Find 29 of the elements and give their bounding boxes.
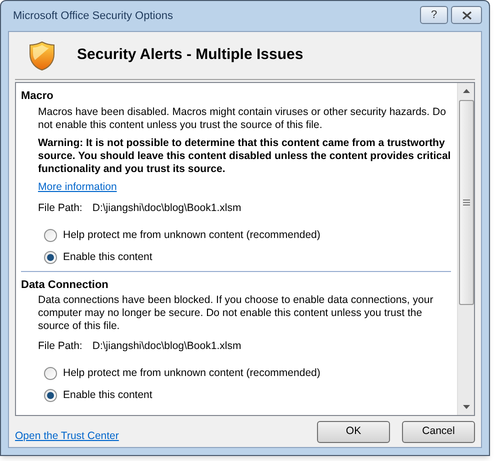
alert-message: Data connections have been blocked. If you choose to enable data connections, your computer may no longer be secure. Do not enable this content unless you trust the source of this file. — [38, 294, 434, 333]
radio-label[interactable]: Help protect me from unknown content (recommended) — [63, 228, 320, 244]
radio-label[interactable]: Enable this content — [63, 250, 152, 266]
section-heading: Data Connection — [21, 278, 110, 292]
window-title: Microsoft Office Security Options — [13, 8, 173, 24]
dialog-button[interactable]: OK — [317, 420, 390, 442]
radio-button[interactable] — [44, 251, 57, 264]
radio-label[interactable]: Help protect me from unknown content (recommended) — [63, 366, 320, 382]
file-path-label: File Path: — [38, 201, 82, 216]
radio-button[interactable] — [44, 367, 57, 380]
scroll-thumb[interactable] — [458, 100, 474, 305]
shield-icon — [29, 40, 55, 70]
warning-text: Warning: It is not possible to determine that this content came from a trustworthy source. You should leave this content disabled unless the content provides critical functionality and you trust its source. — [38, 136, 451, 176]
alert-message: Macros have been disabled. Macros might contain viruses or other security hazards. Do not enable this content unless you trust the source of this file. — [38, 106, 447, 132]
trust-center-link[interactable]: Open the Trust Center — [15, 428, 119, 444]
radio-button[interactable] — [44, 388, 57, 402]
file-path-label: File Path: — [38, 339, 82, 354]
dialog-button[interactable]: Cancel — [402, 420, 475, 442]
scrollbar[interactable] — [457, 83, 474, 415]
close-icon — [462, 10, 472, 20]
more-information-link[interactable]: More information — [38, 180, 117, 196]
close-button[interactable] — [451, 6, 482, 24]
help-button[interactable]: ? — [420, 6, 448, 24]
radio-button[interactable] — [44, 229, 57, 242]
dialog-heading: Security Alerts - Multiple Issues — [77, 45, 304, 66]
file-path: D:\jiangshi\doc\blog\Book1.xlsm — [92, 339, 242, 354]
radio-label[interactable]: Enable this content — [63, 388, 152, 404]
section-heading: Macro — [21, 89, 54, 104]
file-path: D:\jiangshi\doc\blog\Book1.xlsm — [92, 201, 242, 216]
